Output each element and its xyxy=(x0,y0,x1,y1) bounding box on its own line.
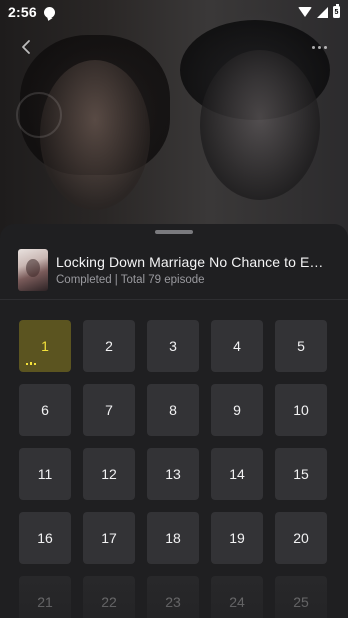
episode-number: 20 xyxy=(293,530,309,546)
episode-number: 22 xyxy=(101,594,117,610)
episode-number: 18 xyxy=(165,530,181,546)
episode-number: 15 xyxy=(293,466,309,482)
episode-number: 16 xyxy=(37,530,53,546)
episode-tile[interactable]: 8 xyxy=(147,384,199,436)
episode-tile[interactable]: 1 xyxy=(19,320,71,372)
episode-number: 9 xyxy=(233,402,241,418)
episode-tile[interactable]: 2 xyxy=(83,320,135,372)
episode-tile[interactable]: 21 xyxy=(19,576,71,618)
episode-tile[interactable]: 19 xyxy=(211,512,263,564)
notification-icon xyxy=(43,6,55,18)
episode-number: 5 xyxy=(297,338,305,354)
episode-tile[interactable]: 20 xyxy=(275,512,327,564)
episode-tile[interactable]: 12 xyxy=(83,448,135,500)
episode-number: 17 xyxy=(101,530,117,546)
episode-tile[interactable]: 25 xyxy=(275,576,327,618)
video-frame[interactable] xyxy=(0,0,348,240)
episode-number: 6 xyxy=(41,402,49,418)
series-title: Locking Down Marriage No Chance to Escap… xyxy=(56,253,330,270)
episode-sheet: Locking Down Marriage No Chance to Escap… xyxy=(0,224,348,618)
episode-tile[interactable]: 5 xyxy=(275,320,327,372)
episode-tile[interactable]: 9 xyxy=(211,384,263,436)
episode-number: 19 xyxy=(229,530,245,546)
episode-number: 14 xyxy=(229,466,245,482)
episode-grid: 1 2 3 4 5 6 7 8 9 10 11 12 13 14 15 16 1… xyxy=(19,320,329,618)
video-figure-shape xyxy=(40,60,150,210)
episode-number: 1 xyxy=(41,338,49,354)
more-dot xyxy=(317,45,321,49)
series-header: Locking Down Marriage No Chance to Escap… xyxy=(0,240,348,300)
back-icon[interactable] xyxy=(16,36,38,58)
episode-number: 4 xyxy=(233,338,241,354)
series-info: Locking Down Marriage No Chance to Escap… xyxy=(56,254,330,286)
series-status: Completed | Total 79 episode xyxy=(56,273,205,286)
episode-tile[interactable]: 6 xyxy=(19,384,71,436)
episode-number: 10 xyxy=(293,402,309,418)
episode-tile[interactable]: 22 xyxy=(83,576,135,618)
episode-tile[interactable]: 3 xyxy=(147,320,199,372)
episode-tile[interactable]: 7 xyxy=(83,384,135,436)
episode-tile[interactable]: 16 xyxy=(19,512,71,564)
episode-number: 21 xyxy=(37,594,53,610)
episode-tile[interactable]: 23 xyxy=(147,576,199,618)
episode-number: 12 xyxy=(101,466,117,482)
episode-number: 24 xyxy=(229,594,245,610)
episode-number: 13 xyxy=(165,466,181,482)
more-dot xyxy=(323,45,327,49)
battery-icon: 5 xyxy=(333,4,340,18)
episode-tile[interactable]: 18 xyxy=(147,512,199,564)
signal-icon xyxy=(317,6,328,18)
more-horizontal-icon[interactable] xyxy=(308,38,330,56)
status-bar: 2:56 5 xyxy=(0,0,348,24)
series-poster xyxy=(18,248,48,291)
episode-tile[interactable]: 10 xyxy=(275,384,327,436)
episode-number: 7 xyxy=(105,402,113,418)
wifi-icon xyxy=(298,7,312,17)
video-figure-shape xyxy=(200,50,320,200)
episode-tile[interactable]: 15 xyxy=(275,448,327,500)
episode-number: 2 xyxy=(105,338,113,354)
status-icons: 5 xyxy=(298,4,340,18)
episode-number: 23 xyxy=(165,594,181,610)
sheet-drag-handle[interactable] xyxy=(155,230,193,234)
episode-tile[interactable]: 17 xyxy=(83,512,135,564)
episode-tile[interactable]: 4 xyxy=(211,320,263,372)
episode-tile[interactable]: 14 xyxy=(211,448,263,500)
episode-number: 3 xyxy=(169,338,177,354)
episode-number: 25 xyxy=(293,594,309,610)
more-dot xyxy=(311,45,315,49)
video-sign-shape xyxy=(16,92,62,138)
episode-tile[interactable]: 13 xyxy=(147,448,199,500)
status-time: 2:56 xyxy=(8,4,37,20)
episode-number: 8 xyxy=(169,402,177,418)
episode-number: 11 xyxy=(37,466,53,482)
episode-tile[interactable]: 11 xyxy=(19,448,71,500)
episode-tile[interactable]: 24 xyxy=(211,576,263,618)
now-playing-icon xyxy=(26,362,36,365)
